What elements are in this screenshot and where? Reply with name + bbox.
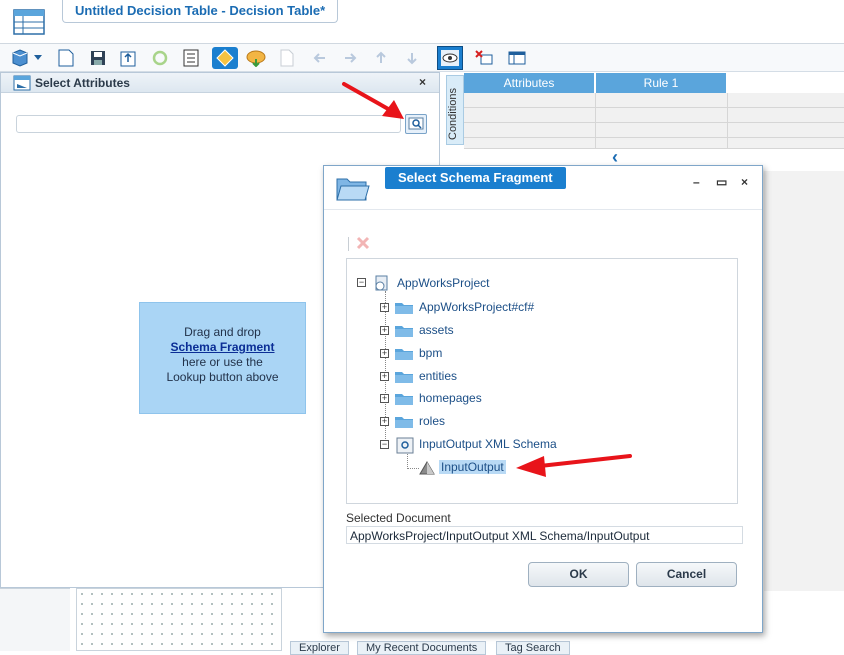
column-divider bbox=[727, 93, 728, 149]
expand-icon[interactable]: + bbox=[380, 349, 389, 358]
collapse-root-icon[interactable]: − bbox=[357, 278, 366, 287]
save-icon[interactable] bbox=[88, 48, 108, 68]
folder-icon bbox=[395, 303, 413, 314]
conditions-label: Conditions bbox=[447, 88, 459, 140]
canvas-background bbox=[764, 171, 844, 591]
refresh-icon[interactable] bbox=[150, 48, 170, 68]
table-row[interactable] bbox=[464, 138, 844, 149]
decision-table-app-icon bbox=[13, 9, 45, 35]
expand-icon[interactable]: + bbox=[380, 326, 389, 335]
dialog-title: Select Schema Fragment bbox=[385, 167, 566, 189]
close-icon[interactable]: × bbox=[741, 175, 748, 189]
attributes-panel-icon bbox=[13, 75, 31, 91]
tab-tag-search[interactable]: Tag Search bbox=[496, 641, 570, 655]
column-divider bbox=[595, 93, 596, 149]
table-row[interactable] bbox=[464, 93, 844, 108]
column-header-rule-1[interactable]: Rule 1 bbox=[596, 73, 727, 93]
move-up-icon[interactable] bbox=[371, 48, 391, 68]
document-tab[interactable]: Untitled Decision Table - Decision Table… bbox=[62, 0, 339, 23]
drop-zone-line1: Drag and drop bbox=[184, 325, 261, 339]
drop-zone-line2: here or use the bbox=[182, 355, 263, 369]
blank-page-icon[interactable] bbox=[277, 48, 297, 68]
expand-icon[interactable]: + bbox=[380, 394, 389, 403]
dialog-header: Select Schema Fragment – ▭ × bbox=[324, 166, 762, 210]
insert-table-icon[interactable] bbox=[10, 48, 30, 68]
folder-icon bbox=[395, 372, 413, 383]
expand-icon[interactable]: + bbox=[380, 372, 389, 381]
tab-explorer[interactable]: Explorer bbox=[290, 641, 349, 655]
expand-icon[interactable]: + bbox=[380, 417, 389, 426]
folder-open-icon bbox=[336, 178, 370, 201]
tree-node-assets[interactable]: assets bbox=[419, 323, 454, 337]
toolbar bbox=[0, 44, 844, 72]
drop-zone[interactable]: Drag and drop Schema Fragment here or us… bbox=[139, 302, 306, 414]
drop-zone-line3: Lookup button above bbox=[166, 370, 279, 384]
ok-button[interactable]: OK bbox=[528, 562, 629, 587]
delete-icon[interactable] bbox=[356, 236, 370, 253]
column-header-attributes[interactable]: Attributes bbox=[464, 73, 595, 93]
folder-icon bbox=[395, 394, 413, 405]
folder-icon bbox=[395, 349, 413, 360]
toolbar-divider bbox=[348, 237, 349, 251]
schema-fragment-link[interactable]: Schema Fragment bbox=[140, 340, 305, 355]
minimize-icon[interactable]: – bbox=[693, 175, 700, 189]
move-right-icon[interactable] bbox=[340, 48, 360, 68]
table-row[interactable] bbox=[464, 108, 844, 123]
tree-node-inputoutput[interactable]: InputOutput bbox=[439, 460, 506, 474]
annotation-arrow-icon bbox=[516, 454, 632, 477]
maximize-icon[interactable]: ▭ bbox=[716, 175, 727, 189]
folder-icon bbox=[395, 417, 413, 428]
cancel-button[interactable]: Cancel bbox=[636, 562, 737, 587]
move-left-icon[interactable] bbox=[310, 48, 330, 68]
expand-icon[interactable]: + bbox=[380, 303, 389, 312]
dropdown-icon[interactable] bbox=[32, 48, 44, 68]
table-row[interactable] bbox=[464, 123, 844, 138]
bottom-left-panel bbox=[0, 588, 70, 651]
schema-element-icon bbox=[419, 461, 435, 475]
project-icon bbox=[375, 275, 388, 291]
delete-column-icon[interactable] bbox=[474, 48, 494, 68]
select-schema-fragment-dialog: Select Schema Fragment – ▭ × − AppWorksP… bbox=[323, 165, 763, 633]
new-document-icon[interactable] bbox=[56, 48, 76, 68]
collapse-icon[interactable]: − bbox=[380, 440, 389, 449]
tab-my-recent-documents[interactable]: My Recent Documents bbox=[357, 641, 487, 655]
cloud-deploy-icon[interactable] bbox=[244, 48, 268, 68]
diamond-rule-icon[interactable] bbox=[212, 47, 238, 69]
tree-node-cf[interactable]: AppWorksProject#cf# bbox=[419, 300, 534, 314]
folder-icon bbox=[395, 326, 413, 337]
view-attributes-icon[interactable] bbox=[437, 46, 463, 70]
properties-icon[interactable] bbox=[181, 48, 201, 68]
tree-node-entities[interactable]: entities bbox=[419, 369, 457, 383]
title-bar: Untitled Decision Table - Decision Table… bbox=[0, 0, 844, 44]
design-canvas[interactable] bbox=[76, 588, 282, 651]
decision-table-grid: Attributes Rule 1 bbox=[464, 73, 844, 149]
panel-title: Select Attributes bbox=[35, 76, 130, 90]
selected-document-label: Selected Document bbox=[346, 511, 451, 525]
move-down-icon[interactable] bbox=[402, 48, 422, 68]
xml-schema-icon bbox=[396, 437, 414, 454]
tree-node-roles[interactable]: roles bbox=[419, 414, 445, 428]
annotation-arrow-icon bbox=[342, 82, 404, 119]
tree-node-bpm[interactable]: bpm bbox=[419, 346, 442, 360]
close-icon[interactable]: × bbox=[419, 75, 426, 89]
tree-node-root[interactable]: AppWorksProject bbox=[397, 276, 489, 290]
tree-guide bbox=[407, 468, 419, 469]
table-view-icon[interactable] bbox=[507, 48, 527, 68]
selected-document-field[interactable]: AppWorksProject/InputOutput XML Schema/I… bbox=[346, 526, 743, 544]
publish-icon[interactable] bbox=[118, 48, 138, 68]
tree-node-homepages[interactable]: homepages bbox=[419, 391, 482, 405]
